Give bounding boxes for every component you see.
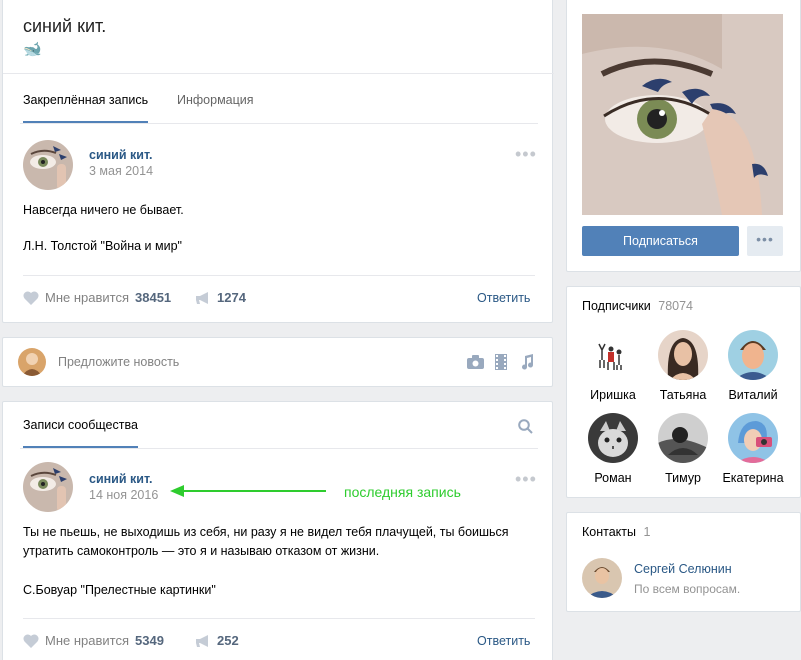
tab-wall-label: Записи сообщества [23,418,138,432]
group-cover-photo[interactable] [582,14,783,215]
group-header-card: синий кит. 🐋 Закреплённая запись Информа… [2,0,554,323]
subscriber-item[interactable]: Роман [578,413,648,485]
post-text-line3: С.Бовуар "Прелестные картинки" [23,583,216,597]
contacts-title: Контакты [582,525,636,539]
subscribers-count: 78074 [658,299,694,313]
subscriber-name: Екатерина [722,471,784,485]
more-dots-icon: ••• [756,231,774,247]
subscriber-item[interactable]: Виталий [718,330,788,402]
like-label: Мне нравится [45,290,130,305]
annotation-text: последняя запись [344,484,461,500]
post-date[interactable]: 3 мая 2014 [89,164,153,178]
suggest-news-card: Предложите новость [2,337,553,387]
subscriber-name: Тимур [665,471,701,485]
megaphone-icon [196,634,208,647]
post-text-line1: Ты не пьешь, не выходишь из себя, ни раз… [23,525,509,539]
share-count: 252 [217,633,239,648]
subscriber-avatar [728,413,778,463]
like-count: 38451 [135,290,172,305]
tab-pinned-label: Закреплённая запись [23,93,149,107]
contacts-count: 1 [643,525,651,539]
tab-wall[interactable]: Записи сообщества [23,418,138,448]
subscribers-header[interactable]: Подписчики 78074 [582,299,693,313]
subscribers-card: Подписчики 78074 Иришка Татьяна Виталий … [566,286,801,498]
subscribe-button[interactable]: Подписаться [582,226,739,256]
share-button[interactable]: 252 [195,633,239,648]
post-text-line2: утратить самоконтроль — это я и называю … [23,544,380,558]
subscriber-avatar [728,330,778,380]
subscriber-name: Виталий [728,388,778,402]
subscriber-avatar [658,413,708,463]
subscriber-avatar [588,330,638,380]
contact-name[interactable]: Сергей Селюнин [634,562,732,576]
header-divider [3,73,554,74]
post-author-name[interactable]: синий кит. [89,148,152,162]
post-footer-divider [23,275,535,276]
like-label: Мне нравится [45,633,130,648]
post-author-avatar[interactable] [23,140,73,190]
tab-pinned[interactable]: Закреплённая запись [23,93,149,123]
contact-avatar[interactable] [582,558,622,598]
whale-emoji: 🐋 [23,41,42,58]
tab-info[interactable]: Информация [177,93,254,107]
post-footer-divider [23,618,535,619]
subscriber-item[interactable]: Тимур [648,413,718,485]
share-button[interactable]: 1274 [195,290,246,305]
like-button[interactable]: Мне нравится 38451 [23,290,171,305]
suggest-input[interactable]: Предложите новость [58,355,179,369]
subscriber-name: Роман [594,471,632,485]
share-count: 1274 [217,290,246,305]
subscriber-item[interactable]: Татьяна [648,330,718,402]
post-author-name[interactable]: синий кит. [89,472,152,486]
camera-icon[interactable] [467,355,484,369]
reply-button[interactable]: Ответить [477,634,530,648]
like-count: 5349 [135,633,164,648]
subscribers-title: Подписчики [582,299,651,313]
post-text-line2: Л.Н. Толстой "Война и мир" [23,239,182,253]
group-name: синий кит. [23,16,107,36]
music-icon[interactable] [520,354,534,370]
search-icon[interactable] [518,419,533,434]
heart-icon [23,290,39,305]
megaphone-icon [196,291,208,304]
wall-card: Записи сообщества синий кит. 14 ноя 2016… [2,401,553,660]
heart-icon [23,633,39,648]
tab-info-label: Информация [177,93,254,107]
subscribe-label: Подписаться [623,234,698,248]
post-author-avatar[interactable] [23,462,73,512]
subscriber-avatar [588,413,638,463]
post-more-icon[interactable]: ••• [515,470,537,488]
subscriber-item[interactable]: Екатерина [718,413,788,485]
contacts-header[interactable]: Контакты 1 [582,525,650,539]
contacts-card: Контакты 1 Сергей Селюнин По всем вопрос… [566,512,801,612]
post-more-icon[interactable]: ••• [515,145,537,163]
subscriber-name: Иришка [590,388,636,402]
post-text-line1: Навсегда ничего не бывает. [23,203,184,217]
user-avatar [18,348,46,376]
tabs-divider [20,123,538,124]
more-actions-button[interactable]: ••• [747,226,783,256]
subscriber-item[interactable]: Иришка [578,330,648,402]
post-date[interactable]: 14 ноя 2016 [89,488,158,502]
like-button[interactable]: Мне нравится 5349 [23,633,164,648]
wall-tabs-divider [20,448,538,449]
contact-role: По всем вопросам. [634,582,741,596]
subscriber-name: Татьяна [659,388,707,402]
subscriber-avatar [658,330,708,380]
reply-button[interactable]: Ответить [477,291,530,305]
group-cover-card: Подписаться ••• [566,0,801,272]
annotation-arrow [170,485,326,497]
video-icon[interactable] [495,354,507,370]
